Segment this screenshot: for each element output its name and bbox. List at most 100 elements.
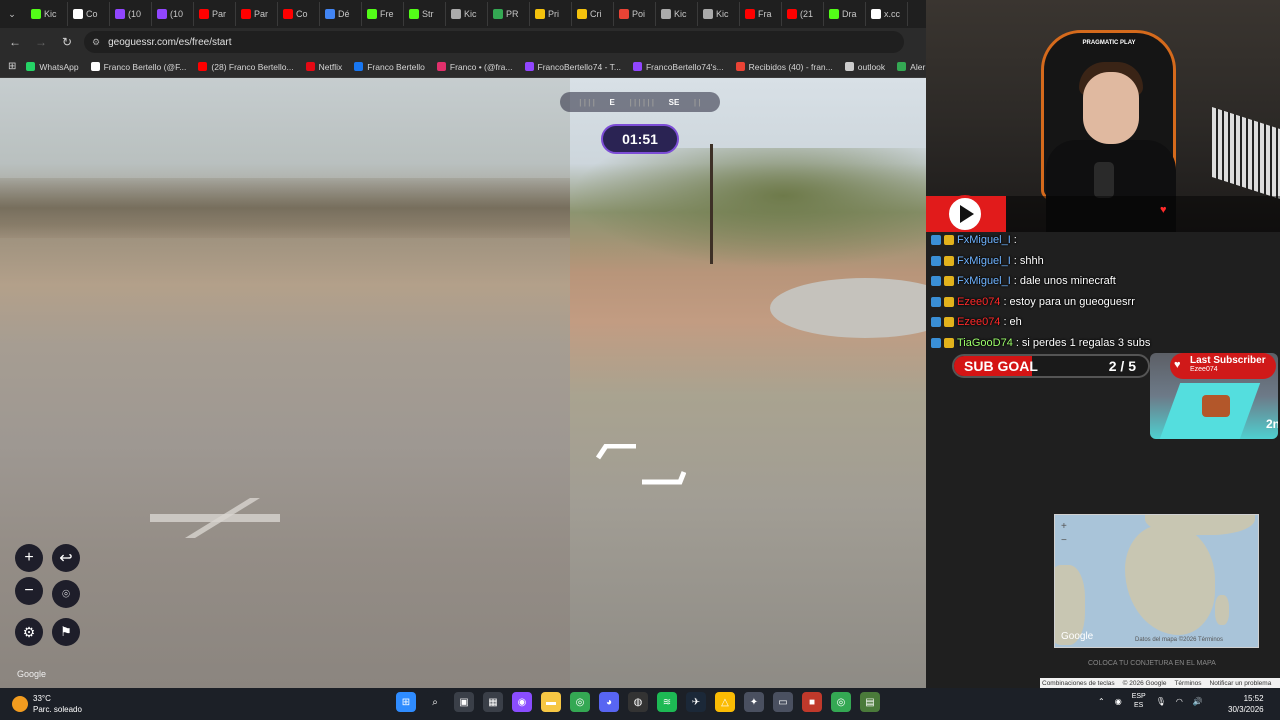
red-app-icon[interactable]: ■ [802, 692, 822, 712]
bookmark[interactable]: Recibidos (40) - fran... [735, 62, 833, 72]
browser-tab[interactable]: PR [488, 2, 530, 26]
map-zoom-out[interactable]: − [1061, 535, 1067, 546]
bookmark[interactable]: Franco • (@fra... [436, 62, 513, 72]
site-settings-icon[interactable]: ⚙ [92, 37, 100, 48]
browser-tab[interactable]: Par [194, 2, 236, 26]
bookmark[interactable]: WhatsApp [26, 62, 79, 72]
apps-grid-icon[interactable]: ⊞ [8, 61, 16, 72]
chrome-2-icon[interactable]: ◎ [831, 692, 851, 712]
browser-tab[interactable]: Poi [614, 2, 656, 26]
settings-button[interactable]: ⚙ [15, 618, 43, 646]
task-view-icon[interactable]: ▣ [454, 692, 474, 712]
tab-search-icon[interactable]: ⌄ [4, 6, 20, 22]
browser-tab[interactable]: Dra [824, 2, 866, 26]
url-text[interactable]: geoguessr.com/es/free/start [108, 37, 231, 48]
badge-icon [931, 296, 941, 307]
sub-goal-label: SUB GOAL [964, 358, 1038, 374]
map-zoom-in[interactable]: + [1061, 521, 1067, 532]
browser-tab[interactable]: Fra [740, 2, 782, 26]
chat-separator: : [1013, 254, 1017, 267]
browser-tab[interactable]: Kic [698, 2, 740, 26]
weather-widget[interactable]: 33°C Parc. soleado [12, 693, 82, 715]
browser-tab[interactable]: Pri [530, 2, 572, 26]
monitor-icon[interactable]: ▭ [773, 692, 793, 712]
start-icon[interactable]: ⊞ [396, 692, 416, 712]
browser-tab[interactable]: Co [68, 2, 110, 26]
crown-icon [944, 255, 954, 266]
tab-label: Pri [548, 9, 559, 19]
bookmark[interactable]: Franco Bertello (@F... [90, 61, 187, 72]
badge-icon [931, 255, 941, 266]
bookmark-label: Franco Bertello (@F... [103, 61, 187, 72]
reload-icon[interactable]: ↻ [58, 33, 76, 51]
guess-minimap[interactable]: + − Google Datos del mapa ©2026 Términos [1054, 514, 1259, 648]
zoom-in-button[interactable]: + [15, 544, 43, 572]
discord-icon[interactable]: ◕ [599, 692, 619, 712]
return-to-start-button[interactable]: ⌾ [52, 580, 80, 608]
chat-message: FxMiguel_I: [926, 230, 1280, 251]
browser-tab[interactable]: Par [236, 2, 278, 26]
browser-tab[interactable]: Kic [26, 2, 68, 26]
crown-icon [944, 276, 954, 287]
back-icon[interactable]: ← [6, 33, 24, 51]
wifi-icon[interactable]: ◠ [1176, 697, 1183, 706]
report-problem-link[interactable]: Notificar un problema [1210, 680, 1272, 687]
volume-icon[interactable]: 🔊 [1193, 697, 1203, 706]
browser-tab[interactable]: Cri [572, 2, 614, 26]
tab-favicon-icon [871, 9, 881, 19]
compass-east: E [609, 97, 615, 107]
street-view-panorama[interactable]: | | | | E | | | | | | SE | | 01:51 + ↩ −… [0, 78, 926, 688]
undo-move-button[interactable]: ↩ [52, 544, 80, 572]
bookmark-label: Netflix [318, 61, 343, 72]
tab-label: (10 [128, 9, 142, 19]
terms-link[interactable]: Términos [1174, 680, 1201, 687]
browser-tab[interactable]: Str [404, 2, 446, 26]
spotify-icon[interactable]: ≋ [657, 692, 677, 712]
browser-tab[interactable]: Dé [320, 2, 362, 26]
network-icon[interactable]: ◉ [1115, 697, 1122, 706]
tab-favicon-icon [745, 9, 755, 19]
bookmark[interactable]: outlook [844, 61, 886, 72]
browser-tab[interactable]: Fre [362, 2, 404, 26]
language-indicator[interactable]: ESP ES [1132, 692, 1146, 710]
browser-tab[interactable]: Co [278, 2, 320, 26]
clock[interactable]: 15:52 30/3/2026 [1228, 693, 1264, 715]
omnibox[interactable]: ⚙ geoguessr.com/es/free/start [84, 31, 904, 53]
bookmark[interactable]: FrancoBertello74's... [632, 62, 724, 72]
flag-checkpoint-button[interactable]: ⚑ [52, 618, 80, 646]
tab-favicon-icon [73, 9, 83, 19]
widgets-icon[interactable]: ▦ [483, 692, 503, 712]
movement-arrows[interactable] [596, 444, 686, 488]
browser-tab[interactable]: (10 [152, 2, 194, 26]
steam-icon[interactable]: ✈ [686, 692, 706, 712]
browser-tab[interactable]: x.cc [866, 2, 908, 26]
chevron-up-icon[interactable]: ⌃ [1098, 697, 1105, 706]
bookmark[interactable]: (28) Franco Bertello... [198, 62, 294, 72]
microphone-icon[interactable]: 🎙 [1156, 697, 1166, 706]
keyboard-shortcuts-link[interactable]: Combinaciones de teclas [1042, 680, 1115, 687]
drive-icon[interactable]: △ [715, 692, 735, 712]
obs-icon[interactable]: ◍ [628, 692, 648, 712]
maps-footer: Combinaciones de teclas © 2026 Google Té… [1040, 678, 1280, 688]
browser-tab[interactable]: Kic [656, 2, 698, 26]
copilot-icon[interactable]: ◉ [512, 692, 532, 712]
bookmark[interactable]: Franco Bertello [354, 62, 425, 72]
chrome-icon[interactable]: ◎ [570, 692, 590, 712]
zoom-out-button[interactable]: − [15, 577, 43, 605]
folder-icon[interactable]: ▬ [541, 692, 561, 712]
browser-tab[interactable]: (21 [782, 2, 824, 26]
bookmark[interactable]: FrancoBertello74 - T... [524, 62, 621, 72]
browser-tab[interactable]: (10 [110, 2, 152, 26]
bookmark[interactable]: Aler [897, 62, 925, 72]
app-icon[interactable]: ✦ [744, 692, 764, 712]
chat-message: TiaGooD74: si perdes 1 regalas 3 subs [926, 333, 1280, 354]
keyboard-layout: ES [1134, 702, 1144, 709]
forward-icon[interactable]: → [32, 33, 50, 51]
search-icon[interactable]: ⌕ [425, 692, 445, 712]
bookmark[interactable]: Netflix [305, 61, 343, 72]
tab-label: Fre [380, 9, 394, 19]
bookmark-label: outlook [857, 61, 886, 72]
bookmark-favicon-icon [632, 62, 642, 71]
terminal-icon[interactable]: ▤ [860, 692, 880, 712]
browser-tab[interactable]: Kic [446, 2, 488, 26]
